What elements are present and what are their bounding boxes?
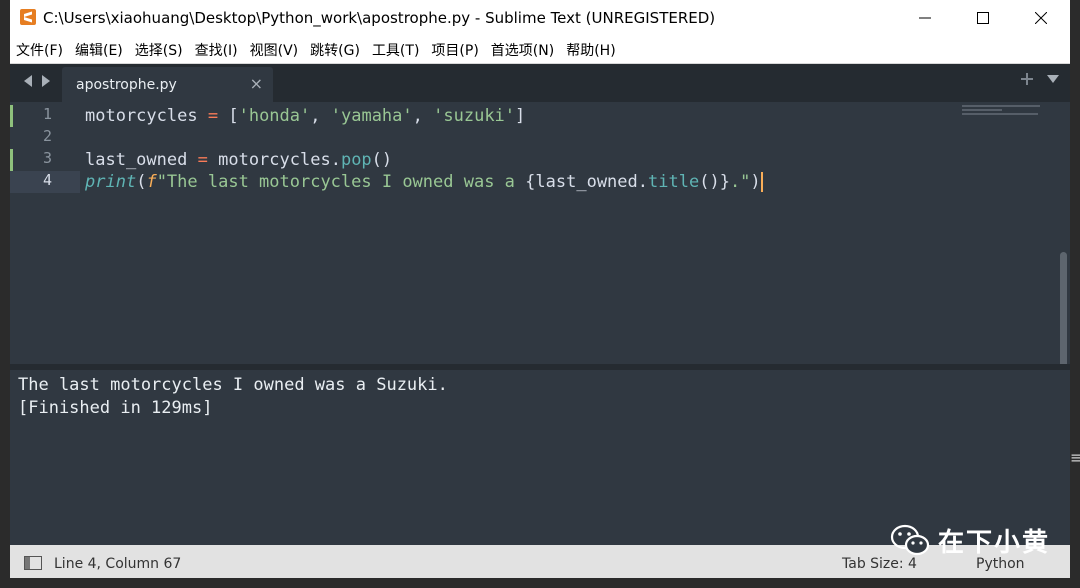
assign-operator: = [207, 106, 219, 126]
bracket: ] [515, 106, 526, 126]
brace: } [719, 172, 730, 192]
tab-prev-icon[interactable] [22, 74, 34, 88]
menu-project[interactable]: 项目(P) [425, 40, 484, 60]
comma: , [412, 106, 423, 126]
string-literal: 'suzuki' [433, 106, 516, 126]
window-title: C:\Users\xiaohuang\Desktop\Python_work\a… [43, 9, 716, 27]
menu-selection[interactable]: 选择(S) [129, 40, 189, 60]
parens: () [371, 150, 393, 170]
method-name: pop [340, 150, 372, 170]
bracket: [ [228, 106, 239, 126]
cursor-position: Line 4, Column 67 [54, 556, 182, 572]
menu-tools[interactable]: 工具(T) [366, 40, 425, 60]
wechat-icon [890, 524, 930, 555]
string-literal: 'yamaha' [330, 106, 413, 126]
tab-apostrophe-py[interactable]: apostrophe.py × [62, 67, 273, 102]
output-line: [Finished in 129ms] [18, 398, 213, 418]
brace: { [525, 172, 536, 192]
sublime-window: C:\Users\xiaohuang\Desktop\Python_work\a… [10, 0, 1070, 578]
menu-view[interactable]: 视图(V) [244, 40, 305, 60]
parens: () [699, 172, 720, 192]
code-line-3: last_owned = motorcycles.pop() [85, 149, 392, 171]
menu-help[interactable]: 帮助(H) [560, 40, 621, 60]
string-literal: 'honda' [238, 106, 311, 126]
tab-navigation [22, 74, 52, 88]
watermark-text: 在下小黄 [938, 528, 1051, 558]
code-line-1: motorcycles = ['honda', 'yamaha', 'suzuk… [85, 105, 525, 127]
maximize-icon [977, 12, 989, 24]
identifier: motorcycles [218, 150, 331, 170]
minimize-icon [919, 17, 931, 19]
string-literal: "The last motorcycles I owned was a [156, 172, 526, 192]
dot: . [330, 150, 341, 170]
close-window-button[interactable] [1012, 0, 1070, 36]
dot: . [637, 172, 649, 192]
code-editor[interactable]: 1 2 3 4 motorcycles = ['honda', 'yamaha'… [10, 102, 1070, 462]
menu-edit[interactable]: 编辑(E) [69, 40, 129, 60]
minimap-line [962, 109, 1002, 111]
minimap[interactable] [962, 105, 1042, 117]
close-icon [1035, 12, 1047, 24]
minimap-line [962, 105, 1040, 107]
title-bar: C:\Users\xiaohuang\Desktop\Python_work\a… [10, 0, 1070, 36]
menu-bar: 文件(F) 编辑(E) 选择(S) 查找(I) 视图(V) 跳转(G) 工具(T… [10, 36, 1070, 64]
line-number: 3 [42, 149, 52, 167]
watermark: 在下小黄 [890, 522, 1050, 559]
sublime-text-icon [20, 9, 36, 25]
paren-close: ) [750, 172, 761, 192]
tab-close-icon[interactable]: × [250, 74, 263, 93]
paren-open: ( [136, 172, 147, 192]
menu-find[interactable]: 查找(I) [189, 40, 244, 60]
menu-preferences[interactable]: 首选项(N) [485, 40, 560, 60]
identifier: last_owned [85, 150, 188, 170]
output-line: The last motorcycles I owned was a Suzuk… [18, 375, 448, 395]
identifier: motorcycles [85, 106, 198, 126]
minimize-button[interactable] [896, 0, 954, 36]
builtin-function: print [85, 172, 137, 192]
resize-grip-icon: ≡ [1070, 448, 1080, 467]
identifier: last_owned [535, 172, 638, 192]
line-number-active: 4 [42, 171, 52, 189]
menu-file[interactable]: 文件(F) [10, 40, 69, 60]
line-number: 1 [42, 105, 52, 123]
menu-goto[interactable]: 跳转(G) [304, 40, 366, 60]
fstring-prefix: f [146, 172, 157, 192]
new-tab-icon[interactable] [1020, 72, 1034, 86]
tab-actions [1020, 72, 1060, 86]
comma: , [310, 106, 321, 126]
method-name: title [648, 172, 700, 192]
text-cursor [760, 172, 763, 192]
maximize-button[interactable] [954, 0, 1012, 36]
minimap-line [962, 113, 1038, 115]
line-number: 2 [42, 127, 52, 145]
assign-operator: = [197, 150, 208, 170]
string-literal: ." [729, 172, 751, 192]
panel-toggle-icon[interactable] [24, 556, 42, 570]
tab-next-icon[interactable] [40, 74, 52, 88]
code-line-4: print(f"The last motorcycles I owned was… [85, 171, 763, 193]
tab-bar: apostrophe.py × [10, 64, 1070, 102]
tab-list-chevron-down-icon[interactable] [1046, 74, 1060, 84]
tab-label: apostrophe.py [76, 77, 177, 93]
